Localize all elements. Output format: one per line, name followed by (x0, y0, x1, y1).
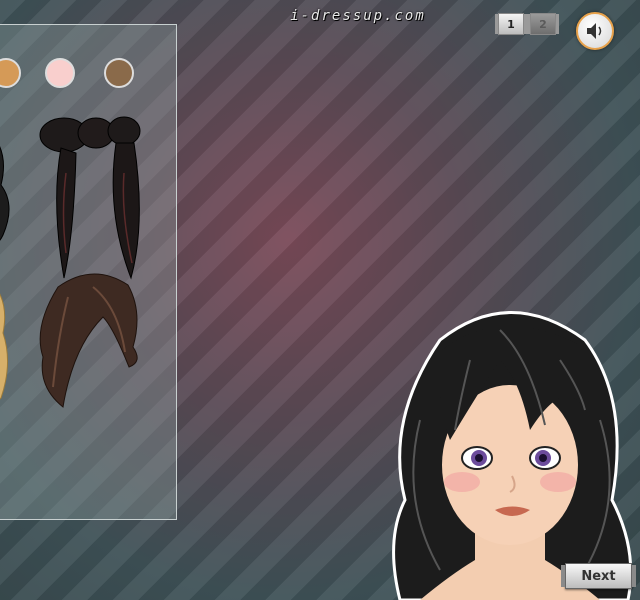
hair-option-pigtail-buns[interactable] (36, 113, 146, 283)
page-2-button[interactable]: 2 (530, 13, 556, 35)
skin-swatch-pink[interactable] (45, 58, 75, 88)
sound-toggle-button[interactable] (576, 12, 614, 50)
hair-selection-panel (0, 24, 177, 520)
skin-swatch-brown[interactable] (104, 58, 134, 88)
speaker-icon (587, 23, 602, 39)
hair-option-brown-wavy[interactable] (33, 267, 143, 412)
skin-swatch-tan[interactable] (0, 58, 21, 88)
character-portrait (392, 311, 633, 600)
next-button[interactable]: Next (565, 563, 632, 589)
page-1-button[interactable]: 1 (498, 13, 524, 35)
hair-option-curly-black[interactable] (0, 125, 31, 255)
page-selector: 1 2 (498, 13, 556, 35)
hair-option-blonde-curly[interactable] (0, 273, 21, 408)
